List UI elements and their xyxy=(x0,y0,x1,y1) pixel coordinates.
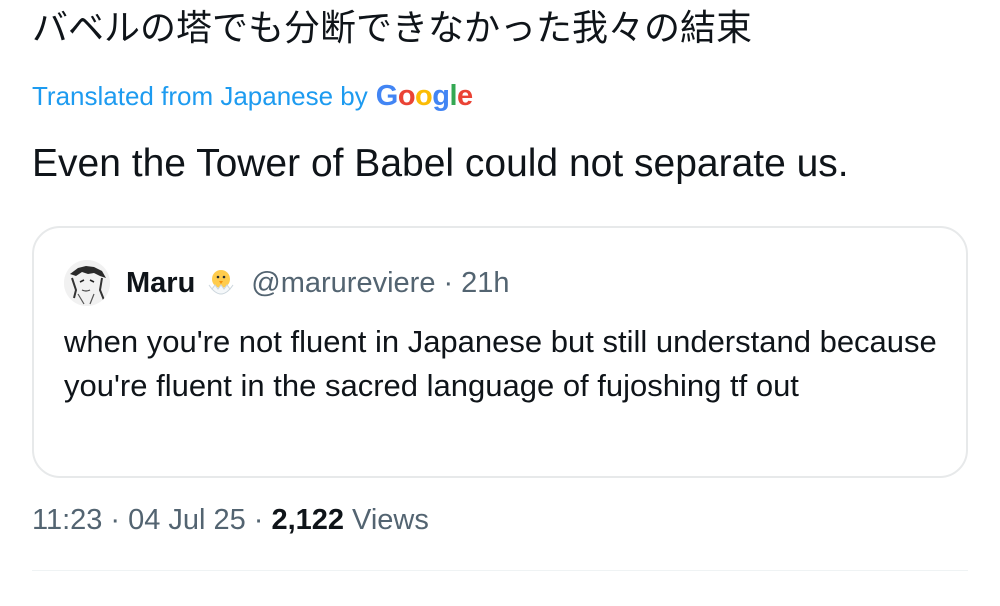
google-logo: Google xyxy=(375,79,473,112)
quoted-tweet-text: when you're not fluent in Japanese but s… xyxy=(64,324,937,403)
separator-dot: · xyxy=(443,266,454,299)
views-label: Views xyxy=(352,503,429,536)
quoted-timestamp[interactable]: 21h xyxy=(461,267,509,300)
translation-attribution: Translated from Japanese by Google xyxy=(32,76,473,116)
separator-dot: · xyxy=(253,503,264,536)
separator-dot: · xyxy=(110,503,121,536)
quoted-handle[interactable]: @marureviere xyxy=(251,267,435,300)
avatar[interactable] xyxy=(64,260,110,306)
quoted-tweet-header: Maru @marureviere · 21h xyxy=(64,258,510,308)
hatching-chick-icon xyxy=(203,265,239,301)
tweet-meta: 11:23 · 04 Jul 25 · 2,122 Views xyxy=(32,498,429,542)
translated-from-link[interactable]: Translated from Japanese by xyxy=(32,81,368,112)
divider xyxy=(32,570,968,571)
tweet-original-text: バベルの塔でも分断できなかった我々の結束 xyxy=(32,8,753,49)
tweet-date[interactable]: 04 Jul 25 xyxy=(128,504,246,537)
views-count: 2,122 xyxy=(271,503,345,536)
quoted-display-name[interactable]: Maru xyxy=(126,267,195,300)
quoted-tweet-card[interactable]: Maru @marureviere · 21h when you're not … xyxy=(32,226,968,478)
tweet-time[interactable]: 11:23 xyxy=(32,504,102,537)
tweet-translated-text: Even the Tower of Babel could not separa… xyxy=(32,142,849,185)
